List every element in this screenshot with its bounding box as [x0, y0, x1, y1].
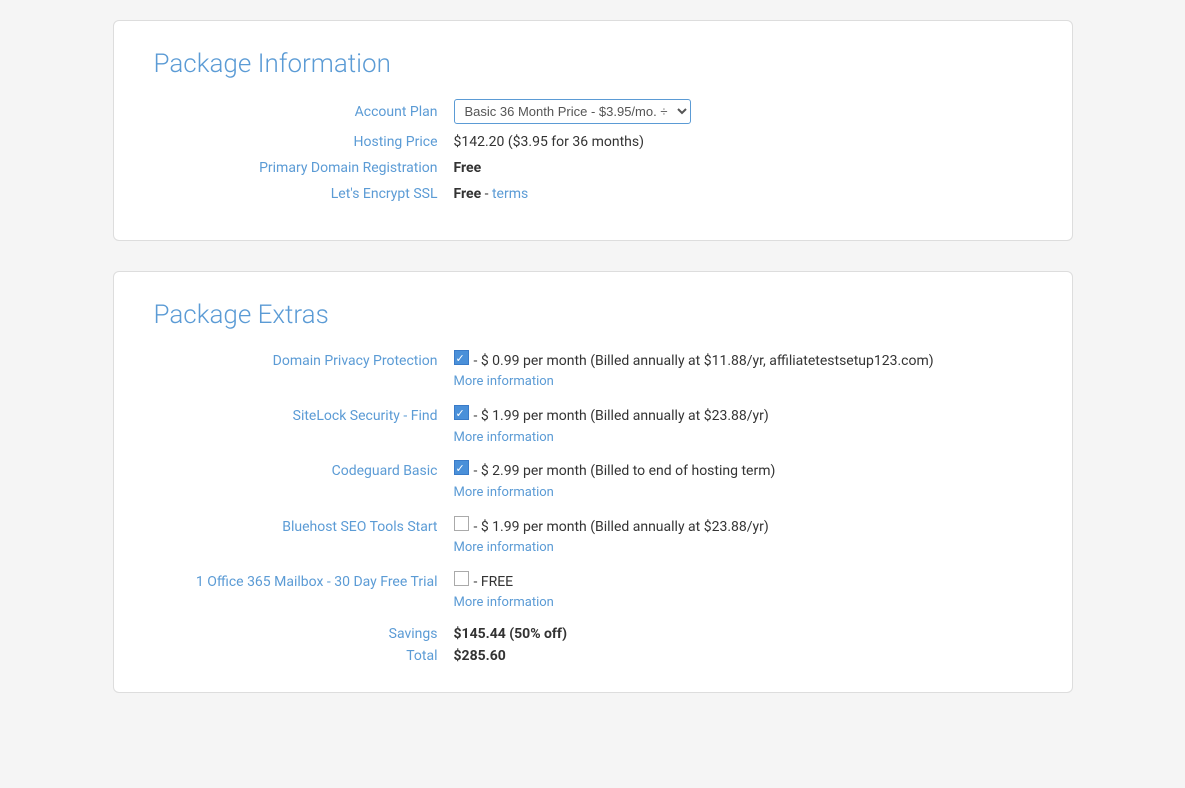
savings-value: $145.44 (50% off)	[454, 626, 568, 642]
domain-privacy-label: Domain Privacy Protection	[154, 350, 454, 372]
total-value: $285.60	[454, 648, 506, 664]
seo-tools-checkbox[interactable]	[454, 516, 469, 531]
codeguard-label: Codeguard Basic	[154, 460, 454, 482]
domain-privacy-description: - $ 0.99 per month (Billed annually at $…	[474, 350, 934, 372]
account-plan-select[interactable]: Basic 36 Month Price - $3.95/mo. ÷	[454, 99, 691, 124]
office365-row: 1 Office 365 Mailbox - 30 Day Free Trial…	[154, 571, 1032, 614]
domain-privacy-checkbox[interactable]	[454, 350, 469, 365]
codeguard-description: - $ 2.99 per month (Billed to end of hos…	[474, 460, 776, 482]
office365-value: - FREE More information	[454, 571, 554, 614]
seo-tools-more-info[interactable]: More information	[454, 538, 769, 559]
codeguard-row: Codeguard Basic - $ 2.99 per month (Bill…	[154, 460, 1032, 503]
hosting-price-label: Hosting Price	[154, 134, 454, 150]
codeguard-checkbox[interactable]	[454, 460, 469, 475]
hosting-price-value: $142.20 ($3.95 for 36 months)	[454, 134, 644, 150]
domain-privacy-value: - $ 0.99 per month (Billed annually at $…	[454, 350, 934, 393]
office365-description: - FREE	[474, 571, 514, 593]
package-extras-title: Package Extras	[154, 300, 1032, 330]
account-plan-value[interactable]: Basic 36 Month Price - $3.95/mo. ÷	[454, 99, 691, 124]
domain-privacy-more-info[interactable]: More information	[454, 372, 934, 393]
primary-domain-value: Free	[454, 160, 482, 176]
sitelock-more-info[interactable]: More information	[454, 428, 769, 449]
package-information-card: Package Information Account Plan Basic 3…	[113, 20, 1073, 241]
ssl-terms-link[interactable]: terms	[492, 186, 528, 202]
savings-row: Savings $145.44 (50% off)	[154, 626, 1032, 642]
office365-more-info[interactable]: More information	[454, 593, 554, 614]
ssl-value: Free - terms	[454, 186, 529, 202]
codeguard-value: - $ 2.99 per month (Billed to end of hos…	[454, 460, 776, 503]
seo-tools-value: - $ 1.99 per month (Billed annually at $…	[454, 516, 769, 559]
package-info-title: Package Information	[154, 49, 1032, 79]
seo-tools-row: Bluehost SEO Tools Start - $ 1.99 per mo…	[154, 516, 1032, 559]
savings-label: Savings	[154, 626, 454, 642]
ssl-row: Let's Encrypt SSL Free - terms	[154, 186, 1032, 202]
sitelock-checkbox[interactable]	[454, 405, 469, 420]
primary-domain-row: Primary Domain Registration Free	[154, 160, 1032, 176]
codeguard-more-info[interactable]: More information	[454, 483, 776, 504]
sitelock-row: SiteLock Security - Find - $ 1.99 per mo…	[154, 405, 1032, 448]
sitelock-value: - $ 1.99 per month (Billed annually at $…	[454, 405, 769, 448]
total-label: Total	[154, 648, 454, 664]
domain-privacy-row: Domain Privacy Protection - $ 0.99 per m…	[154, 350, 1032, 393]
primary-domain-label: Primary Domain Registration	[154, 160, 454, 176]
seo-tools-description: - $ 1.99 per month (Billed annually at $…	[474, 516, 769, 538]
account-plan-row: Account Plan Basic 36 Month Price - $3.9…	[154, 99, 1032, 124]
package-extras-card: Package Extras Domain Privacy Protection…	[113, 271, 1073, 693]
account-plan-label: Account Plan	[154, 104, 454, 120]
ssl-label: Let's Encrypt SSL	[154, 186, 454, 202]
office365-checkbox[interactable]	[454, 571, 469, 586]
sitelock-description: - $ 1.99 per month (Billed annually at $…	[474, 405, 769, 427]
seo-tools-label: Bluehost SEO Tools Start	[154, 516, 454, 538]
office365-label: 1 Office 365 Mailbox - 30 Day Free Trial	[154, 571, 454, 593]
sitelock-label: SiteLock Security - Find	[154, 405, 454, 427]
hosting-price-row: Hosting Price $142.20 ($3.95 for 36 mont…	[154, 134, 1032, 150]
total-row: Total $285.60	[154, 648, 1032, 664]
